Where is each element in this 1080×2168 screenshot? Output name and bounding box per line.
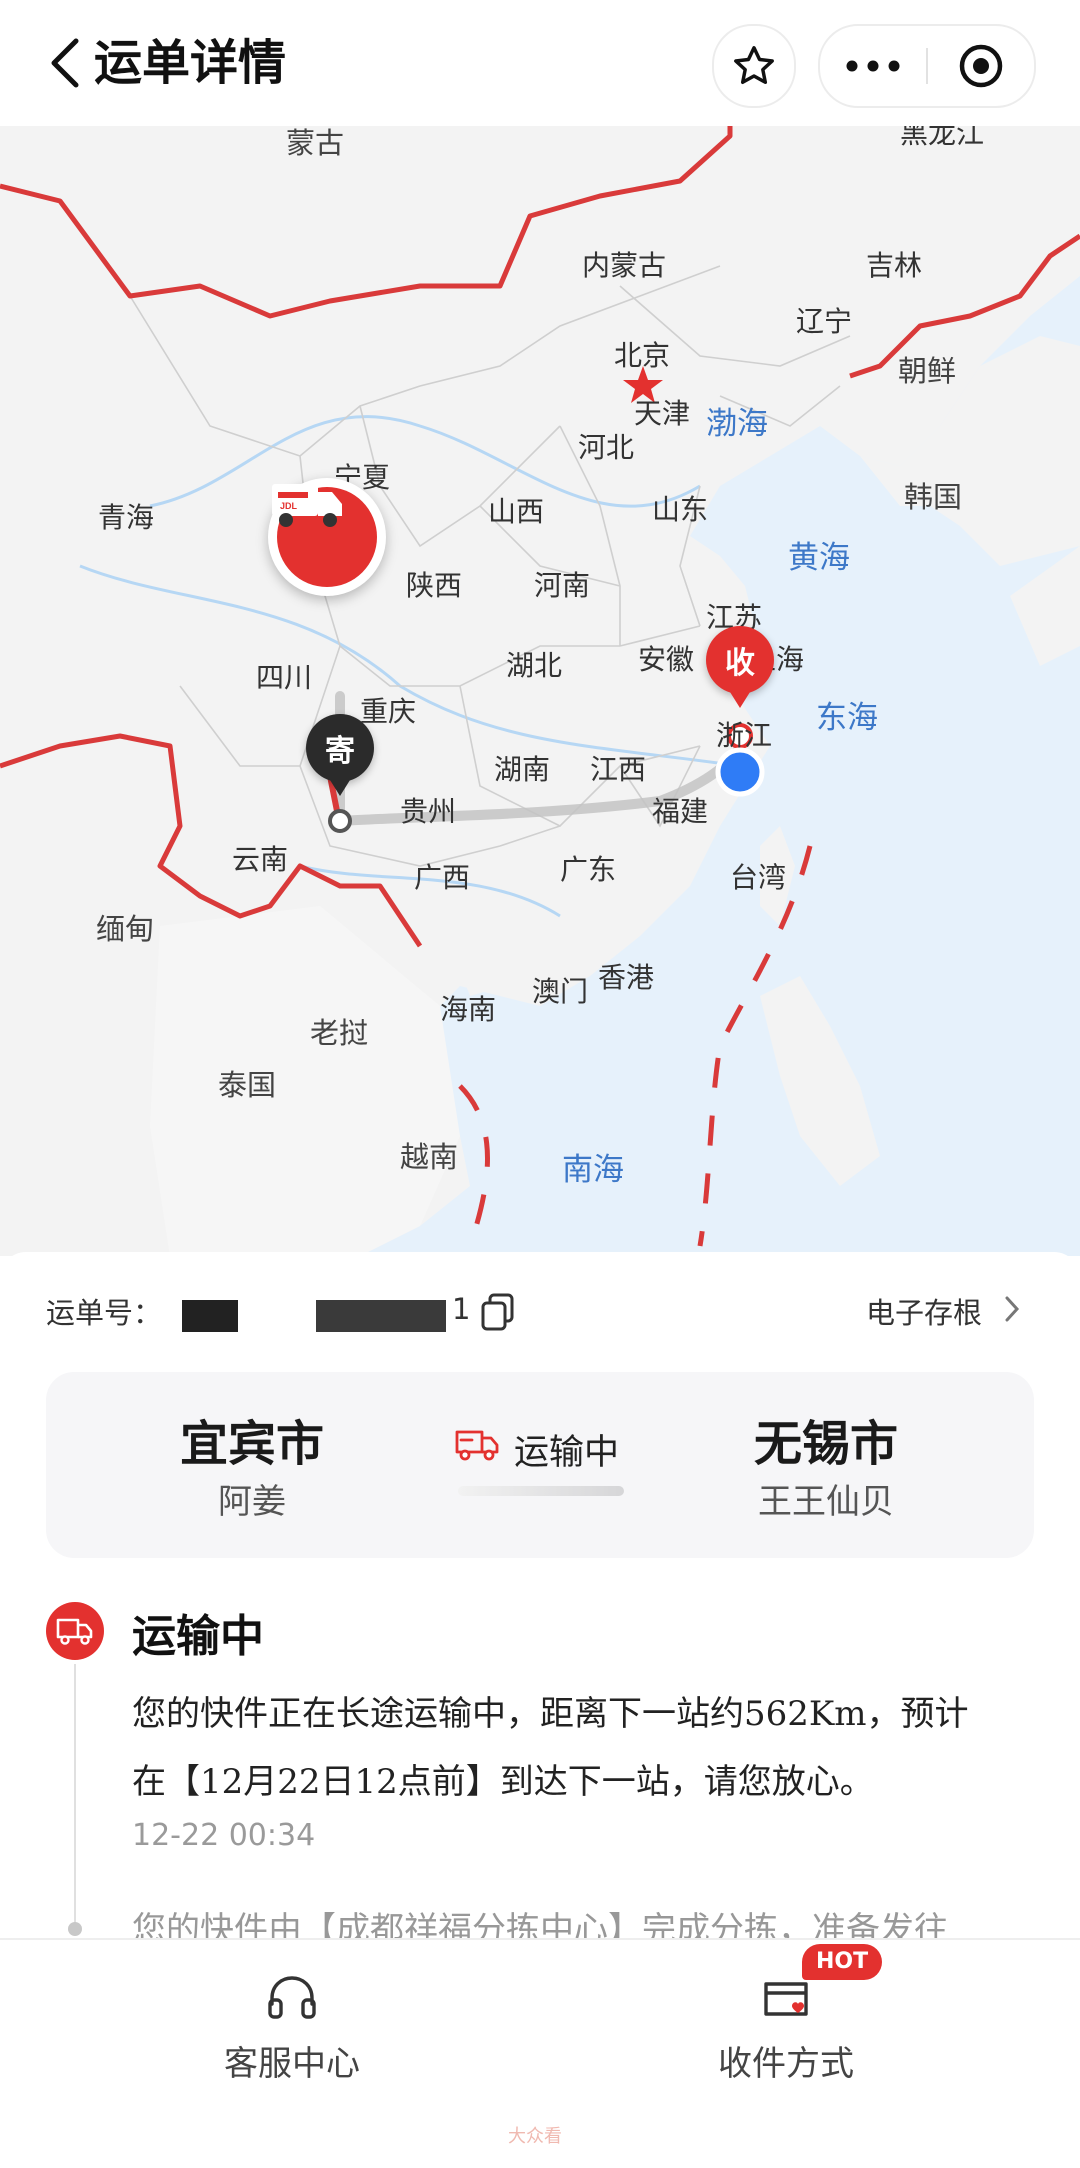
timeline-line	[74, 1664, 76, 1926]
timeline-dot	[68, 1922, 82, 1936]
map-label: 缅甸	[96, 912, 155, 946]
timeline-next-entry: 您的快件由【成都祥福分拣中心】完成分拣，准备发往	[132, 1910, 948, 1942]
timeline-description: 您的快件正在长途运输中，距离下一站约562Km，预计 在【12月22日12点前】…	[132, 1680, 1046, 1816]
map-label: 吉林	[866, 249, 923, 282]
map-label: 云南	[232, 843, 289, 876]
origin-dot	[328, 809, 352, 833]
philippines-landmass	[760, 976, 880, 1186]
map-label: 山东	[652, 493, 709, 526]
timeline-time: 12-22 00:34	[132, 1818, 316, 1853]
map-label: 老挝	[310, 1016, 369, 1050]
vehicle-marker[interactable]: JDL	[268, 478, 386, 596]
origin-city: 宜宾市	[179, 1416, 324, 1472]
map-label: 湖南	[494, 753, 551, 786]
headset-icon	[268, 1976, 316, 2019]
hot-badge: HOT	[802, 1944, 883, 1980]
map-label: 福建	[652, 795, 709, 828]
top-bar: 运单详情	[0, 0, 1080, 126]
destination-city: 无锡市	[753, 1416, 898, 1472]
map-label: 广东	[560, 853, 617, 886]
map-label: 辽宁	[796, 305, 853, 338]
map-label: 韩国	[904, 480, 963, 514]
map-label: 山西	[488, 495, 545, 528]
current-location-dot	[715, 747, 765, 797]
map-label: 广西	[414, 861, 471, 894]
map-label: 渤海	[706, 406, 768, 442]
map-label: 青海	[98, 501, 155, 534]
back-button[interactable]	[40, 30, 90, 96]
route-status: 运输中	[514, 1433, 620, 1473]
map-label: 黄海	[788, 540, 850, 576]
tab-label: 收件方式	[718, 2044, 854, 2084]
electronic-receipt-link[interactable]: 电子存根	[866, 1290, 982, 1332]
map-label: 河北	[578, 431, 635, 464]
map-label: 内蒙古	[582, 249, 667, 282]
truck-outline-icon	[455, 1430, 499, 1461]
copy-icon[interactable]	[480, 1292, 516, 1332]
truck-icon: JDL	[272, 484, 377, 587]
map-label: 天津	[634, 397, 691, 430]
timeline-description-line: 您的快件正在长途运输中，距离下一站约562Km，预计	[132, 1694, 969, 1734]
map-label: 四川	[256, 661, 313, 694]
map-label: 朝鲜	[898, 354, 957, 388]
japan-landmass	[1010, 546, 1080, 666]
waybill-number-masked	[182, 1300, 238, 1332]
map-label: 蒙古	[286, 126, 345, 160]
timeline-description-line: 在【12月22日12点前】到达下一站，请您放心。	[132, 1762, 874, 1802]
map-label: 浙江	[716, 719, 773, 752]
page-title: 运单详情	[94, 35, 287, 91]
recipient-name: 王王仙贝	[758, 1482, 894, 1522]
map-label: 越南	[400, 1140, 459, 1174]
sender-pin[interactable]: 寄	[306, 714, 374, 796]
map-label: 香港	[598, 961, 655, 994]
star-icon	[734, 46, 774, 85]
map-label: 安徽	[638, 643, 695, 676]
close-miniprogram-button[interactable]	[928, 26, 1034, 106]
customer-service-tab[interactable]: 客服中心	[172, 1960, 412, 2084]
sender-name: 阿姜	[218, 1482, 286, 1522]
chevron-left-icon	[51, 38, 79, 88]
waybill-number-masked	[316, 1300, 446, 1332]
tab-label: 客服中心	[224, 2044, 360, 2084]
map-label: 澳门	[532, 975, 589, 1008]
waybill-label: 运单号：	[46, 1296, 163, 1330]
map-label: 河南	[534, 569, 591, 602]
target-close-icon	[959, 44, 1003, 88]
map-canvas	[0, 126, 1080, 1256]
receiver-pin[interactable]: 收	[706, 626, 774, 708]
more-button[interactable]	[820, 26, 926, 106]
map-label: 重庆	[360, 695, 417, 728]
chevron-right-icon	[1005, 1296, 1020, 1322]
truck-brand: JDL	[280, 501, 298, 511]
route-progress-bar	[458, 1486, 624, 1496]
favorite-button[interactable]	[712, 24, 796, 108]
more-dots-icon	[846, 60, 900, 72]
logistics-map[interactable]: 蒙古 黑龙江 内蒙古 吉林 辽宁 北京 天津 渤海 朝鲜 宁夏 河北 青海 山西…	[0, 126, 1080, 1256]
map-label: 黑龙江	[900, 126, 985, 150]
map-label: 台湾	[730, 861, 787, 894]
map-label: 泰国	[218, 1068, 277, 1102]
truck-icon	[56, 1618, 93, 1645]
map-label: 北京	[614, 339, 671, 372]
map-label: 贵州	[400, 795, 457, 828]
waybill-number-tail: 1	[452, 1292, 471, 1326]
map-label: 江西	[590, 753, 647, 786]
map-label: 海南	[440, 993, 497, 1026]
map-label: 湖北	[506, 649, 563, 682]
map-label: 陕西	[406, 569, 463, 602]
watermark: 大众看	[508, 2126, 562, 2147]
timeline-status-icon	[46, 1602, 104, 1660]
timeline-title: 运输中	[132, 1611, 264, 1662]
map-label: 东海	[816, 700, 878, 736]
map-label: 南海	[562, 1152, 624, 1188]
miniprogram-capsule	[818, 24, 1036, 108]
